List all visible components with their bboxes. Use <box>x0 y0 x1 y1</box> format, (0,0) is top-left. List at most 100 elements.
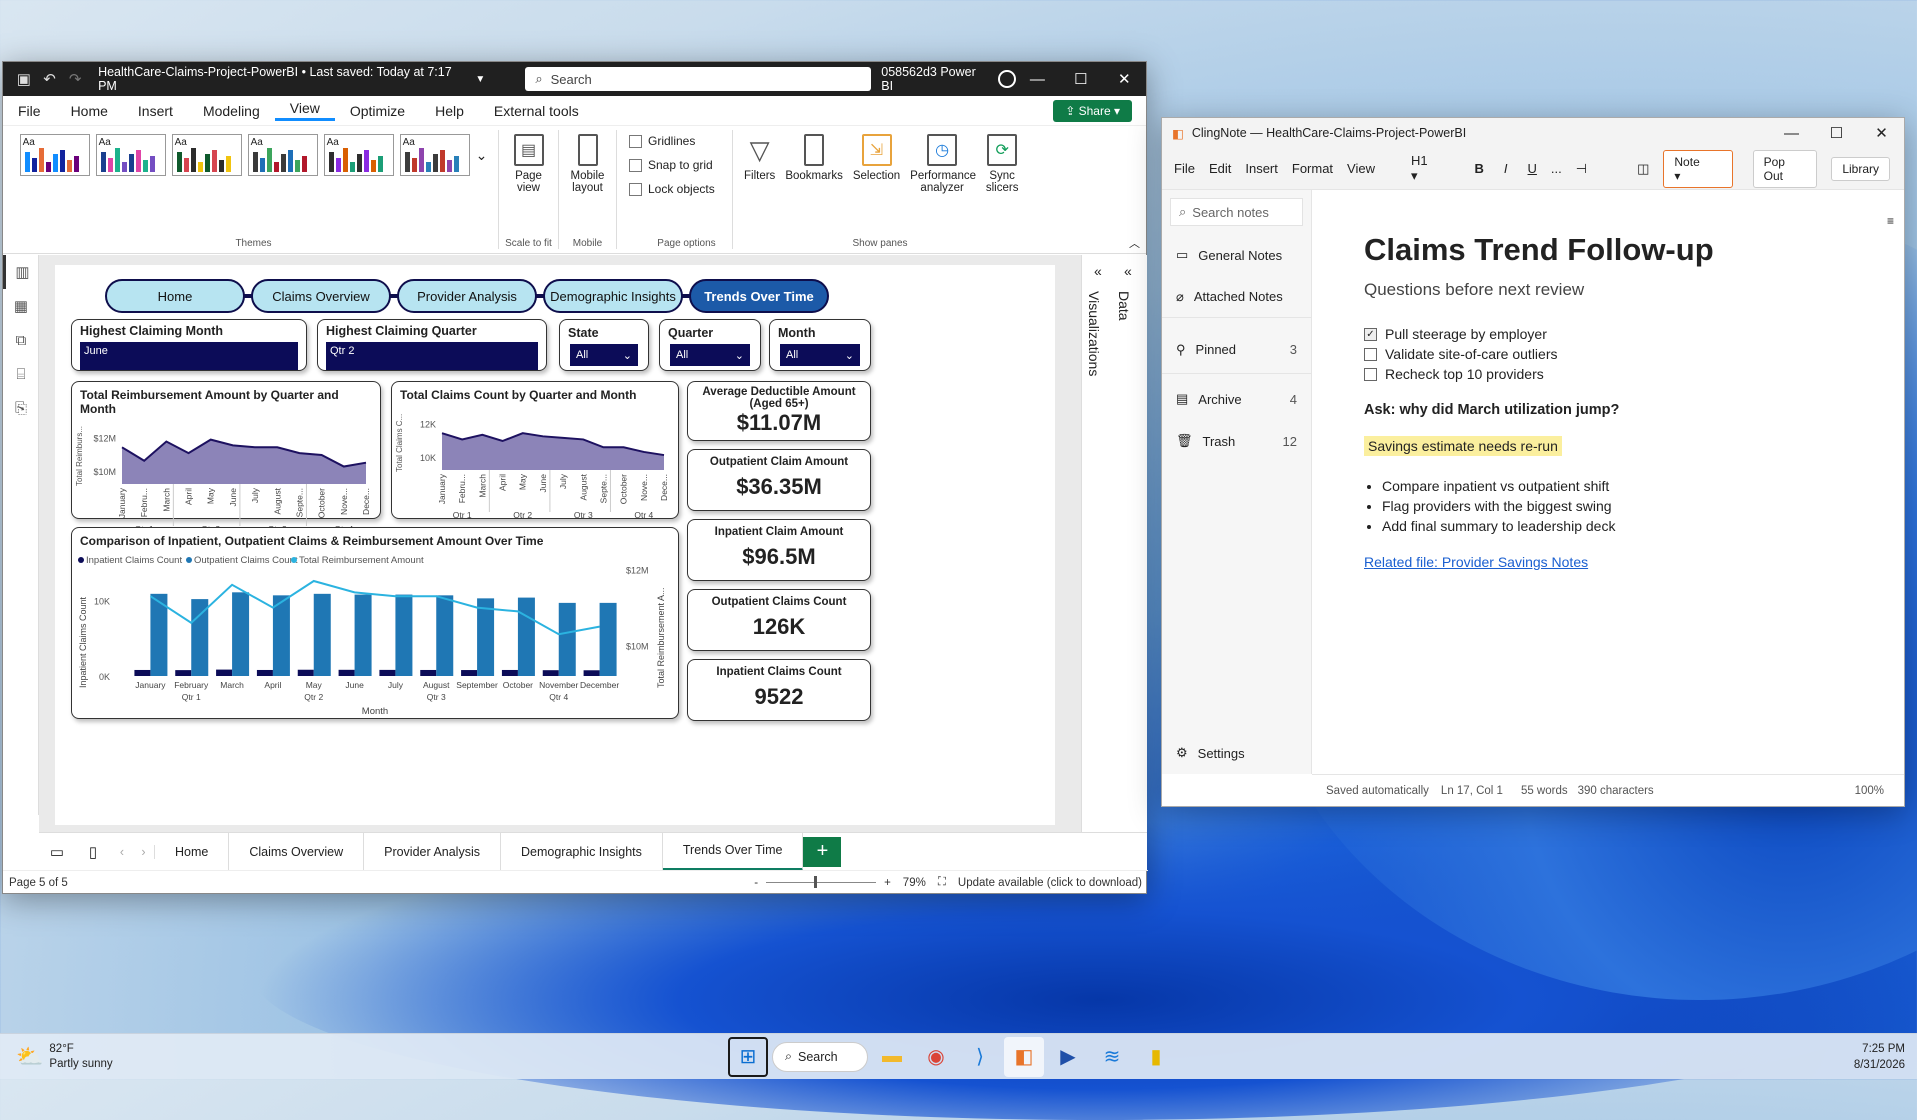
menu-edit[interactable]: Edit <box>1209 161 1231 176</box>
menu-modeling[interactable]: Modeling <box>188 103 275 119</box>
page-view-button[interactable]: ▤ Page view <box>509 134 549 194</box>
note-type-dropdown[interactable]: Note ▾ <box>1663 149 1733 188</box>
data-pane-label[interactable]: Data <box>1116 291 1132 321</box>
state-dropdown[interactable]: All ⌄ <box>570 344 638 366</box>
theme-swatch[interactable]: Aa <box>19 134 90 176</box>
comparison-combo-chart[interactable]: Comparison of Inpatient, Outpatient Clai… <box>71 527 679 719</box>
sync-slicers-button[interactable]: ⟳ Sync slicers <box>984 134 1020 194</box>
reimbursement-area-chart[interactable]: Total Reimbursement Amount by Quarter an… <box>71 381 381 546</box>
strikethrough-icon[interactable]: ⊣ <box>1576 161 1587 177</box>
desktop-layout-icon[interactable]: ▭ <box>39 843 75 861</box>
start-icon[interactable]: ⊞ <box>728 1036 768 1077</box>
chrome-icon[interactable]: ◉ <box>916 1037 956 1077</box>
minimize-icon[interactable]: — <box>1016 71 1059 88</box>
related-file-link[interactable]: Related file: Provider Savings Notes <box>1364 554 1824 570</box>
settings-button[interactable]: ⚙ Settings <box>1162 732 1312 774</box>
month-slicer[interactable]: Month All ⌄ <box>769 319 871 371</box>
inpatient-amount-card[interactable]: Inpatient Claim Amount $96.5M <box>687 519 871 581</box>
nav-button-trends-over-time[interactable]: Trends Over Time <box>689 279 829 313</box>
checkbox[interactable] <box>1364 347 1377 361</box>
sidebar-item-attached-notes[interactable]: ⌀ Attached Notes <box>1162 276 1311 318</box>
update-available-link[interactable]: Update available (click to download) <box>958 877 1142 889</box>
mobile-layout-button[interactable]: Mobile layout <box>566 134 610 194</box>
search-input[interactable]: ⌕ Search <box>525 67 872 91</box>
theme-swatch[interactable]: Aa <box>95 134 166 176</box>
dax-query-icon[interactable]: ⌸ <box>3 357 39 391</box>
note-editor[interactable]: Claims Trend Follow-up Questions before … <box>1314 190 1874 774</box>
menu-view[interactable]: View <box>1347 161 1375 176</box>
theme-swatch[interactable]: Aa <box>399 134 470 176</box>
inpatient-count-card[interactable]: Inpatient Claims Count 9522 <box>687 659 871 721</box>
zoom-slider[interactable] <box>766 876 877 888</box>
mobile-layout-icon[interactable]: ▯ <box>75 843 111 861</box>
highest-month-card[interactable]: Highest Claiming Month June <box>71 319 307 371</box>
italic-button[interactable]: I <box>1504 161 1508 176</box>
weather-widget[interactable]: 82°F Partly sunny <box>49 1042 112 1072</box>
maximize-icon[interactable]: ☐ <box>1059 70 1102 88</box>
minimize-icon[interactable]: — <box>1769 125 1814 142</box>
report-view-icon[interactable]: ▥ <box>3 255 39 289</box>
file-explorer-icon[interactable]: ▬ <box>872 1037 912 1077</box>
account-avatar-icon[interactable] <box>997 70 1016 88</box>
taskbar-search[interactable]: ⌕ Search <box>772 1041 868 1072</box>
themes-dropdown-icon[interactable]: ⌄ <box>476 147 488 164</box>
menu-file[interactable]: File <box>1174 161 1195 176</box>
maximize-icon[interactable]: ☐ <box>1814 124 1859 142</box>
filters-button[interactable]: ▽ Filters <box>744 134 775 183</box>
prev-page-icon[interactable]: ‹ <box>111 845 133 859</box>
sidebar-item-trash[interactable]: 🗑 Trash 12 <box>1162 420 1311 462</box>
menu-file[interactable]: File <box>3 103 56 119</box>
claims-count-area-chart[interactable]: Total Claims Count by Quarter and Month … <box>391 381 679 532</box>
theme-swatch[interactable]: Aa <box>171 134 242 176</box>
menu-format[interactable]: Format <box>1292 161 1333 176</box>
collapse-ribbon-icon[interactable]: ︿ <box>1129 235 1140 251</box>
zoom-in-icon[interactable]: + <box>884 877 891 889</box>
tab-trends-over-time[interactable]: Trends Over Time <box>662 832 804 871</box>
visualizations-pane-label[interactable]: Visualizations <box>1086 291 1102 376</box>
nav-button-claims-overview[interactable]: Claims Overview <box>251 279 391 313</box>
selection-button[interactable]: ⇲ Selection <box>853 134 900 182</box>
menu-external-tools[interactable]: External tools <box>479 103 594 119</box>
tmdl-view-icon[interactable]: ⎘ <box>3 391 39 425</box>
sidebar-item-archive[interactable]: ▤ Archive 4 <box>1162 378 1311 420</box>
tab-demographic-insights[interactable]: Demographic Insights <box>501 832 663 871</box>
checklist-item[interactable]: Validate site-of-care outliers <box>1364 344 1824 364</box>
zoom-out-icon[interactable]: - <box>754 877 758 889</box>
outpatient-count-card[interactable]: Outpatient Claims Count 126K <box>687 589 871 651</box>
search-notes-input[interactable]: ⌕ Search notes <box>1170 198 1303 226</box>
theme-swatch[interactable]: Aa <box>323 134 394 176</box>
sidebar-item-general-notes[interactable]: ▭ General Notes <box>1162 234 1311 276</box>
theme-swatch[interactable]: Aa <box>247 134 318 176</box>
gridlines-checkbox[interactable]: Gridlines <box>629 134 695 148</box>
model-view-icon[interactable]: ⧉ <box>3 323 39 357</box>
more-button[interactable]: ... <box>1551 161 1562 176</box>
vscode-icon[interactable]: ⟩ <box>960 1037 1000 1077</box>
nav-button-demographic-insights[interactable]: Demographic Insights <box>543 279 683 313</box>
share-button[interactable]: ⇪ Share ▾ <box>1053 99 1132 122</box>
editor-scroll-icon[interactable]: ≡ <box>1887 214 1894 228</box>
database-icon[interactable]: ≋ <box>1092 1037 1132 1077</box>
bold-button[interactable]: B <box>1475 161 1484 176</box>
quarter-slicer[interactable]: Quarter All ⌄ <box>659 319 761 371</box>
clock[interactable]: 7:25 PM 8/31/2026 <box>1854 1041 1905 1073</box>
fit-page-icon[interactable]: ⛶ <box>938 876 946 889</box>
highest-quarter-card[interactable]: Highest Claiming Quarter Qtr 2 <box>317 319 547 371</box>
library-button[interactable]: Library <box>1831 156 1890 181</box>
checkbox-checked[interactable]: ✓ <box>1364 327 1377 341</box>
outpatient-amount-card[interactable]: Outpatient Claim Amount $36.35M <box>687 449 871 511</box>
performance-button[interactable]: ◷ Performance analyzer <box>910 134 976 194</box>
expand-vis-icon[interactable]: « <box>1094 263 1102 279</box>
close-icon[interactable]: ✕ <box>1103 70 1146 88</box>
redo-icon[interactable]: ↷ <box>62 70 88 88</box>
checklist-item[interactable]: ✓ Pull steerage by employer <box>1364 324 1824 344</box>
tab-home[interactable]: Home <box>155 832 230 871</box>
powershell-icon[interactable]: ▶ <box>1048 1037 1088 1077</box>
add-page-button[interactable]: + <box>803 836 842 867</box>
tab-provider-analysis[interactable]: Provider Analysis <box>364 832 501 871</box>
tab-claims-overview[interactable]: Claims Overview <box>229 832 365 871</box>
expand-data-icon[interactable]: « <box>1124 263 1132 279</box>
undo-icon[interactable]: ↶ <box>37 70 63 88</box>
underline-button[interactable]: U <box>1528 161 1537 176</box>
menu-view[interactable]: View <box>274 100 335 121</box>
table-view-icon[interactable]: ▦ <box>3 289 39 323</box>
